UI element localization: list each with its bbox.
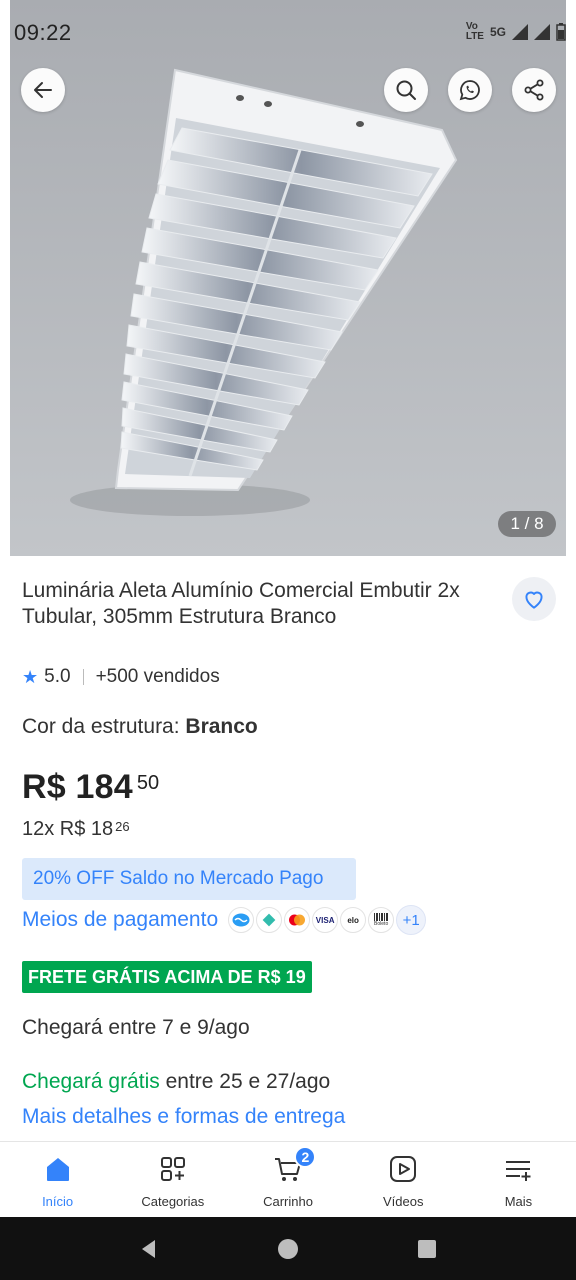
back-button[interactable] [21, 68, 65, 112]
more-payment-methods[interactable]: +1 [396, 905, 427, 935]
sold-count: +500 vendidos [95, 666, 220, 687]
search-button[interactable] [384, 68, 428, 112]
favorite-button[interactable] [512, 577, 556, 621]
payment-methods[interactable]: Meios de pagamento VISA elo Boleto +1 [22, 905, 427, 935]
signal-icon [512, 24, 528, 40]
promo-banner[interactable]: 20% OFF Saldo no Mercado Pago [22, 858, 356, 900]
nav-videos-label: Vídeos [382, 1194, 424, 1209]
nav-home[interactable]: Início [0, 1142, 115, 1217]
status-icons: Vo LTE 5G [466, 22, 566, 42]
free-delivery-dates: entre 25 e 27/ago [159, 1070, 331, 1093]
installments-main: 12x R$ 18 [22, 818, 114, 840]
volte-indicator: Vo LTE [465, 21, 484, 42]
divider [82, 669, 84, 685]
heart-icon [525, 591, 543, 609]
star-icon: ★ [22, 666, 39, 687]
nav-cart[interactable]: 2 Carrinho [230, 1142, 345, 1217]
bottom-navigation: Início Categorias 2 Carrinho Vídeos Mais [0, 1141, 576, 1217]
nav-cart-label: Carrinho [263, 1194, 313, 1209]
status-bar: 09:22 Vo LTE 5G [0, 0, 576, 70]
whatsapp-share-button[interactable] [448, 68, 492, 112]
network-label: 5G [489, 25, 506, 39]
search-icon [396, 80, 416, 100]
nav-videos[interactable]: Vídeos [346, 1142, 461, 1217]
product-image-gallery[interactable]: 09:22 Vo LTE 5G 1 / 8 [0, 0, 576, 556]
nav-categories-label: Categorias [141, 1194, 205, 1209]
cart-count-badge: 2 [294, 1146, 317, 1168]
nav-more[interactable]: Mais [461, 1142, 576, 1217]
free-shipping-badge: FRETE GRÁTIS ACIMA DE R$ 19 [22, 961, 312, 993]
battery-icon [556, 23, 566, 41]
elo-icon: elo [340, 907, 367, 933]
variant-selector[interactable]: Cor da estrutura: Branco [22, 715, 258, 739]
system-navigation-bar [0, 1217, 576, 1280]
boleto-label: Boleto [374, 921, 389, 927]
system-recents-icon[interactable] [415, 1237, 439, 1261]
signal-icon-2 [534, 24, 550, 40]
mastercard-icon [284, 907, 311, 933]
share-button[interactable] [512, 68, 556, 112]
menu-icon [506, 1161, 531, 1181]
installments-cents: 26 [115, 819, 130, 834]
price: R$ 184 50 [22, 768, 159, 807]
arrow-left-icon [34, 82, 52, 98]
system-back-icon[interactable] [137, 1237, 161, 1261]
image-counter: 1 / 8 [498, 511, 556, 537]
delivery-estimate: Chegará entre 7 e 9/ago [22, 1016, 250, 1039]
price-cents: 50 [136, 772, 160, 794]
installments: 12x R$ 18 26 [22, 818, 130, 841]
whatsapp-icon [459, 80, 480, 101]
nav-home-label: Início [42, 1194, 74, 1209]
variant-label: Cor da estrutura: [22, 715, 186, 738]
video-icon [390, 1156, 417, 1182]
rating-row[interactable]: ★ 5.0 +500 vendidos [22, 666, 220, 688]
system-home-icon[interactable] [276, 1237, 300, 1261]
home-icon [46, 1158, 69, 1181]
nav-categories[interactable]: Categorias [115, 1142, 230, 1217]
nav-more-label: Mais [504, 1194, 533, 1209]
more-delivery-details-link[interactable]: Mais detalhes e formas de entrega [22, 1105, 345, 1129]
status-time: 09:22 [14, 20, 72, 45]
rating-value: 5.0 [44, 666, 71, 687]
free-delivery-highlight: Chegará grátis [22, 1070, 160, 1093]
boleto-icon: Boleto [368, 907, 395, 933]
visa-icon: VISA [312, 907, 339, 933]
price-main: R$ 184 [22, 768, 133, 806]
share-icon [524, 79, 544, 101]
variant-value: Branco [185, 715, 258, 738]
payment-methods-link[interactable]: Meios de pagamento [22, 908, 218, 932]
categories-icon [160, 1157, 185, 1181]
pix-icon [256, 907, 283, 933]
free-delivery-estimate: Chegará grátis entre 25 e 27/ago [22, 1070, 330, 1094]
mercado-pago-icon [228, 907, 255, 933]
product-title: Luminária Aleta Alumínio Comercial Embut… [22, 579, 460, 628]
